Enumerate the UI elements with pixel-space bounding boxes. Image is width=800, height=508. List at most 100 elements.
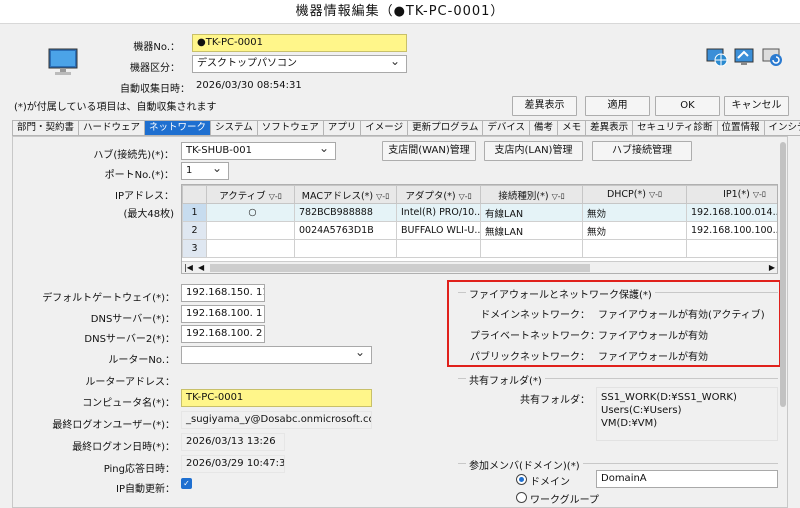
grid-col-active[interactable]: アクティブ ▽-ﾛ (206, 185, 295, 204)
tab-item[interactable]: 備考 (529, 120, 558, 136)
refresh-icon[interactable] (762, 48, 784, 71)
computer-icon (47, 46, 79, 81)
diff-button[interactable]: 差異表示 (512, 96, 577, 116)
last-logon-user-field: _sugiyama_y@Dosabc.onmicrosoft.com (181, 411, 372, 429)
computer-name-label: コンピュータ名(*)： (82, 398, 175, 409)
branch-wan-button[interactable]: 支店間(WAN)管理 (382, 141, 476, 161)
router-no-select[interactable] (181, 346, 372, 364)
horizontal-scrollbar[interactable]: |◀ ◀ ▶ (182, 261, 777, 273)
ip-max-label: (最大48枚) (123, 209, 174, 220)
ip-cell[interactable] (686, 239, 777, 258)
adapter-cell[interactable] (396, 239, 481, 258)
tab-item[interactable]: 更新プログラム (407, 120, 483, 136)
scroll-right-icon[interactable]: ▶ (769, 263, 775, 272)
router-address-label: ルーターアドレス： (85, 377, 175, 388)
tab-item[interactable]: メモ (557, 120, 586, 136)
tab-item[interactable]: イメージ (360, 120, 408, 136)
filter-icon[interactable]: ▽-ﾛ (459, 192, 472, 201)
table-row[interactable]: 1 ○ 782BCB988888 Intel(R) PRO/10... 有線LA… (182, 203, 777, 222)
tab-bar: 部門・契約書 ハードウェア ネットワーク システム ソフトウェア アプリ イメージ 更新プログ… (12, 120, 800, 136)
domain-field[interactable]: DomainA (596, 470, 778, 488)
adapter-cell[interactable]: Intel(R) PRO/10... (396, 203, 481, 222)
table-row[interactable]: 2 0024A5763D1B BUFFALO WLI-U... 無線LAN 無効… (182, 221, 777, 240)
auto-collect-label: 自動収集日時： (120, 84, 190, 95)
grid-col-mac[interactable]: MACアドレス(*) ▽-ﾛ (294, 185, 397, 204)
tab-item[interactable]: システム (210, 120, 257, 136)
vertical-scrollbar[interactable] (780, 142, 786, 407)
tab-item[interactable]: セキュリティ診断 (632, 120, 717, 136)
ok-button[interactable]: OK (655, 96, 720, 116)
router-no-label: ルーターNo.： (108, 355, 175, 366)
row-number: 2 (182, 221, 207, 240)
workgroup-radio[interactable] (516, 492, 527, 503)
dhcp-cell[interactable]: 無効 (582, 203, 687, 222)
dns2-field[interactable]: 192.168.100. 2 (181, 325, 265, 343)
active-cell[interactable] (206, 221, 295, 240)
mac-cell[interactable]: 0024A5763D1B (294, 221, 397, 240)
gateway-field[interactable]: 192.168.150. 11 (181, 284, 265, 302)
grid-col-type[interactable]: 接続種別(*) ▽-ﾛ (480, 185, 583, 204)
adapter-cell[interactable]: BUFFALO WLI-U... (396, 221, 481, 240)
table-row[interactable]: 3 (182, 239, 777, 258)
tab-item[interactable]: デバイス (482, 120, 530, 136)
tab-item[interactable]: インシデント (763, 120, 800, 136)
mac-cell[interactable] (294, 239, 397, 258)
domain-radio[interactable] (516, 474, 527, 485)
branch-lan-button[interactable]: 支店内(LAN)管理 (484, 141, 583, 161)
dns1-field[interactable]: 192.168.100. 1 (181, 305, 265, 323)
scroll-left-icon[interactable]: ◀ (198, 263, 204, 272)
grid-col-dhcp[interactable]: DHCP(*) ▽-ﾛ (582, 185, 687, 204)
shared-folder-label: 共有フォルダ： (520, 395, 590, 406)
active-cell[interactable]: ○ (206, 203, 295, 222)
shared-folder-list: SS1_WORK(D:¥SS1_WORK) Users(C:¥Users) VM… (596, 387, 778, 441)
dhcp-cell[interactable]: 無効 (582, 221, 687, 240)
last-logon-date-label: 最終ログオン日時(*)： (72, 442, 175, 453)
filter-icon[interactable]: ▽-ﾛ (753, 190, 766, 199)
row-number: 3 (182, 239, 207, 258)
ip-auto-checkbox[interactable]: ✓ (181, 478, 192, 489)
grid-rownum-header (182, 185, 207, 204)
filter-icon[interactable]: ▽-ﾛ (269, 192, 282, 201)
device-type-label: 機器区分： (130, 63, 180, 74)
dhcp-cell[interactable] (582, 239, 687, 258)
type-cell[interactable] (480, 239, 583, 258)
type-cell[interactable]: 有線LAN (480, 203, 583, 222)
ip-label: IPアドレス： (115, 191, 174, 202)
filter-icon[interactable]: ▽-ﾛ (649, 190, 662, 199)
cancel-button[interactable]: キャンセル (724, 96, 789, 116)
tab-item[interactable]: アプリ (322, 120, 361, 136)
apply-button[interactable]: 適用 (585, 96, 650, 116)
remote-monitor-icon[interactable] (734, 48, 756, 71)
filter-icon[interactable]: ▽-ﾛ (376, 192, 389, 201)
workgroup-radio-label: ワークグループ (530, 495, 599, 506)
window-title: 機器情報編集（●TK-PC-0001） (0, 0, 800, 24)
last-logon-user-label: 最終ログオンユーザー(*)： (52, 420, 175, 431)
tab-item[interactable]: 部門・契約書 (12, 120, 79, 136)
filter-icon[interactable]: ▽-ﾛ (552, 192, 565, 201)
tab-item[interactable]: ソフトウェア (256, 120, 323, 136)
type-cell[interactable]: 無線LAN (480, 221, 583, 240)
mac-cell[interactable]: 782BCB988888 (294, 203, 397, 222)
device-type-select[interactable]: デスクトップパソコン (192, 55, 407, 73)
auto-collect-value: 2026/03/30 08:54:31 (196, 80, 302, 91)
member-title: 参加メンバ(ドメイン)(*) (466, 457, 583, 472)
grid-col-adapter[interactable]: アダプタ(*) ▽-ﾛ (396, 185, 481, 204)
tab-item[interactable]: ハードウェア (78, 120, 145, 136)
grid-col-ip1[interactable]: IP1(*) ▽-ﾛ (686, 185, 777, 204)
tab-item[interactable]: ネットワーク (144, 120, 211, 136)
ip-grid[interactable]: アクティブ ▽-ﾛ MACアドレス(*) ▽-ﾛ アダプタ(*) ▽-ﾛ 接続種… (181, 184, 778, 274)
list-item: SS1_WORK(D:¥SS1_WORK) (601, 392, 737, 403)
hub-connection-button[interactable]: ハブ接続管理 (592, 141, 692, 161)
ip-cell[interactable]: 192.168.100.014... (686, 203, 777, 222)
network-globe-icon[interactable] (706, 48, 728, 71)
port-select[interactable]: 1 (181, 162, 229, 180)
tab-item[interactable]: 差異表示 (585, 120, 633, 136)
scroll-first-icon[interactable]: |◀ (184, 263, 193, 272)
scroll-thumb[interactable] (210, 264, 590, 272)
hub-select[interactable]: TK-SHUB-001 (181, 142, 336, 160)
tab-item[interactable]: 位置情報 (716, 120, 764, 136)
device-no-field[interactable]: ●TK-PC-0001 (192, 34, 407, 52)
active-cell[interactable] (206, 239, 295, 258)
computer-name-field[interactable]: TK-PC-0001 (181, 389, 372, 407)
ip-cell[interactable]: 192.168.100.100... (686, 221, 777, 240)
